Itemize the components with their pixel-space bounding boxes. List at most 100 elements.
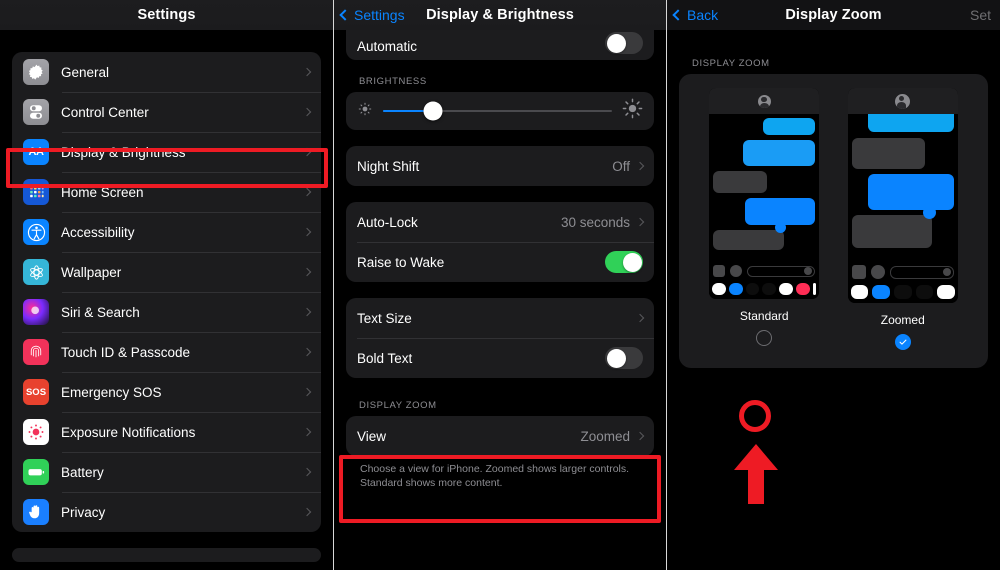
preview-dock: [709, 280, 820, 299]
privacy-hand-icon: [23, 499, 49, 525]
preview-phones: Standard Zoomed: [679, 88, 988, 350]
sidebar-item-label: Touch ID & Passcode: [61, 344, 191, 360]
toggle-knob: [606, 33, 626, 53]
sidebar-item-accessibility[interactable]: Accessibility: [12, 212, 321, 252]
message-bubble: [713, 222, 787, 250]
sidebar-item-privacy[interactable]: Privacy: [12, 492, 321, 532]
message-bubble: [743, 140, 816, 166]
typing-indicator-dot: [775, 222, 787, 233]
bold-text-row[interactable]: Bold Text: [346, 338, 654, 378]
message-input: [889, 265, 954, 279]
battery-icon: [23, 459, 49, 485]
lock-group: Auto-Lock 30 seconds Raise to Wake: [346, 202, 654, 282]
sidebar-item-touch-id-passcode[interactable]: Touch ID & Passcode: [12, 332, 321, 372]
set-button[interactable]: Set: [970, 0, 991, 30]
sidebar-item-display-brightness[interactable]: AA Display & Brightness: [12, 132, 321, 172]
typing-indicator-dot: [922, 206, 936, 219]
dock-item: [937, 285, 955, 299]
raise-to-wake-toggle[interactable]: [605, 251, 643, 273]
brightness-slider-row[interactable]: [346, 92, 654, 130]
automatic-row[interactable]: Automatic: [346, 14, 654, 60]
microphone-icon: [942, 268, 951, 276]
sidebar-item-siri-search[interactable]: Siri & Search: [12, 292, 321, 332]
sidebar-item-label: Wallpaper: [61, 264, 122, 280]
camera-icon: [851, 265, 866, 279]
chevron-right-icon: [635, 313, 645, 323]
dock-item: [850, 285, 869, 299]
preview-toolbar: [847, 262, 958, 282]
sidebar-item-control-center[interactable]: Control Center: [12, 92, 321, 132]
dock-item: [915, 285, 934, 299]
sidebar-item-label: Control Center: [61, 104, 149, 120]
raise-to-wake-row[interactable]: Raise to Wake: [346, 242, 654, 282]
sidebar-item-label: Privacy: [61, 504, 106, 520]
option-standard[interactable]: Standard: [709, 88, 820, 350]
sidebar-item-label: Emergency SOS: [61, 384, 162, 400]
preview-toolbar: [709, 262, 820, 280]
radio-zoomed[interactable]: [894, 334, 911, 350]
radio-standard[interactable]: [756, 330, 773, 346]
preview-conversation: [847, 114, 958, 262]
sidebar-item-general[interactable]: General: [12, 52, 321, 92]
brightness-track[interactable]: [383, 101, 612, 121]
avatar-icon: [895, 93, 911, 109]
preview-zoomed: [847, 88, 958, 303]
dock-item: [762, 283, 777, 295]
sos-icon-text: SOS: [25, 386, 47, 398]
sidebar-item-battery[interactable]: Battery: [12, 452, 321, 492]
app-store-icon: [870, 265, 885, 279]
display-zoom-footnote: Choose a view for iPhone. Zoomed shows l…: [360, 463, 630, 490]
settings-list-screen: Settings General Control Center AA Displ…: [0, 0, 333, 570]
automatic-toggle[interactable]: [605, 32, 643, 54]
preview-conversation: [709, 114, 820, 262]
accessibility-icon: [23, 219, 49, 245]
highlight-ring-standard-radio: [739, 400, 771, 432]
toggle-knob: [606, 348, 626, 368]
chevron-right-icon: [635, 217, 645, 227]
night-shift-label: Night Shift: [357, 158, 420, 174]
auto-lock-label: Auto-Lock: [357, 214, 418, 230]
message-bubble: [763, 118, 816, 135]
night-shift-row[interactable]: Night Shift Off: [346, 146, 654, 186]
preview-standard: [709, 88, 820, 299]
message-bubble: [867, 114, 954, 132]
sidebar-item-label: General: [61, 64, 110, 80]
checkmark-icon: [899, 339, 907, 345]
display-zoom-section-header: DISPLAY ZOOM: [359, 400, 437, 411]
page-title: Display Zoom: [785, 7, 882, 23]
preview-navbar: [709, 88, 820, 114]
three-panel-screenshot: Settings General Control Center AA Displ…: [0, 0, 1000, 570]
sidebar-item-label: Display & Brightness: [61, 144, 186, 160]
brightness-thumb[interactable]: [423, 101, 443, 121]
display-zoom-section-header: DISPLAY ZOOM: [692, 58, 770, 69]
chevron-left-icon: [672, 9, 684, 21]
chevron-right-icon: [302, 467, 312, 477]
sidebar-item-label: Home Screen: [61, 184, 144, 200]
display-zoom-screen: Back Display Zoom Set DISPLAY ZOOM Stand…: [667, 0, 1000, 570]
sidebar-item-emergency-sos[interactable]: SOS Emergency SOS: [12, 372, 321, 412]
sidebar-item-wallpaper[interactable]: Wallpaper: [12, 252, 321, 292]
microphone-icon: [804, 267, 813, 275]
message-bubble: [851, 206, 936, 248]
option-zoomed[interactable]: Zoomed: [847, 88, 958, 350]
preview-dock: [847, 282, 958, 303]
camera-icon: [713, 265, 726, 277]
raise-to-wake-label: Raise to Wake: [357, 254, 445, 270]
display-zoom-content: DISPLAY ZOOM Standard Zoomed: [667, 30, 1000, 368]
bold-text-toggle[interactable]: [605, 347, 643, 369]
dock-item: [779, 283, 793, 295]
sidebar-item-home-screen[interactable]: Home Screen: [12, 172, 321, 212]
auto-lock-row[interactable]: Auto-Lock 30 seconds: [346, 202, 654, 242]
back-button[interactable]: Back: [672, 0, 718, 30]
brightness-group: [346, 92, 654, 130]
preview-navbar: [847, 88, 958, 114]
option-label-zoomed: Zoomed: [880, 313, 925, 327]
text-size-row[interactable]: Text Size: [346, 298, 654, 338]
display-zoom-options-card: Standard Zoomed: [679, 74, 988, 368]
message-bubble: [713, 171, 768, 193]
chevron-right-icon: [302, 387, 312, 397]
view-row[interactable]: View Zoomed: [346, 416, 654, 456]
sidebar-item-label: Accessibility: [61, 224, 135, 240]
app-store-icon: [730, 265, 743, 277]
sidebar-item-exposure-notifications[interactable]: Exposure Notifications: [12, 412, 321, 452]
